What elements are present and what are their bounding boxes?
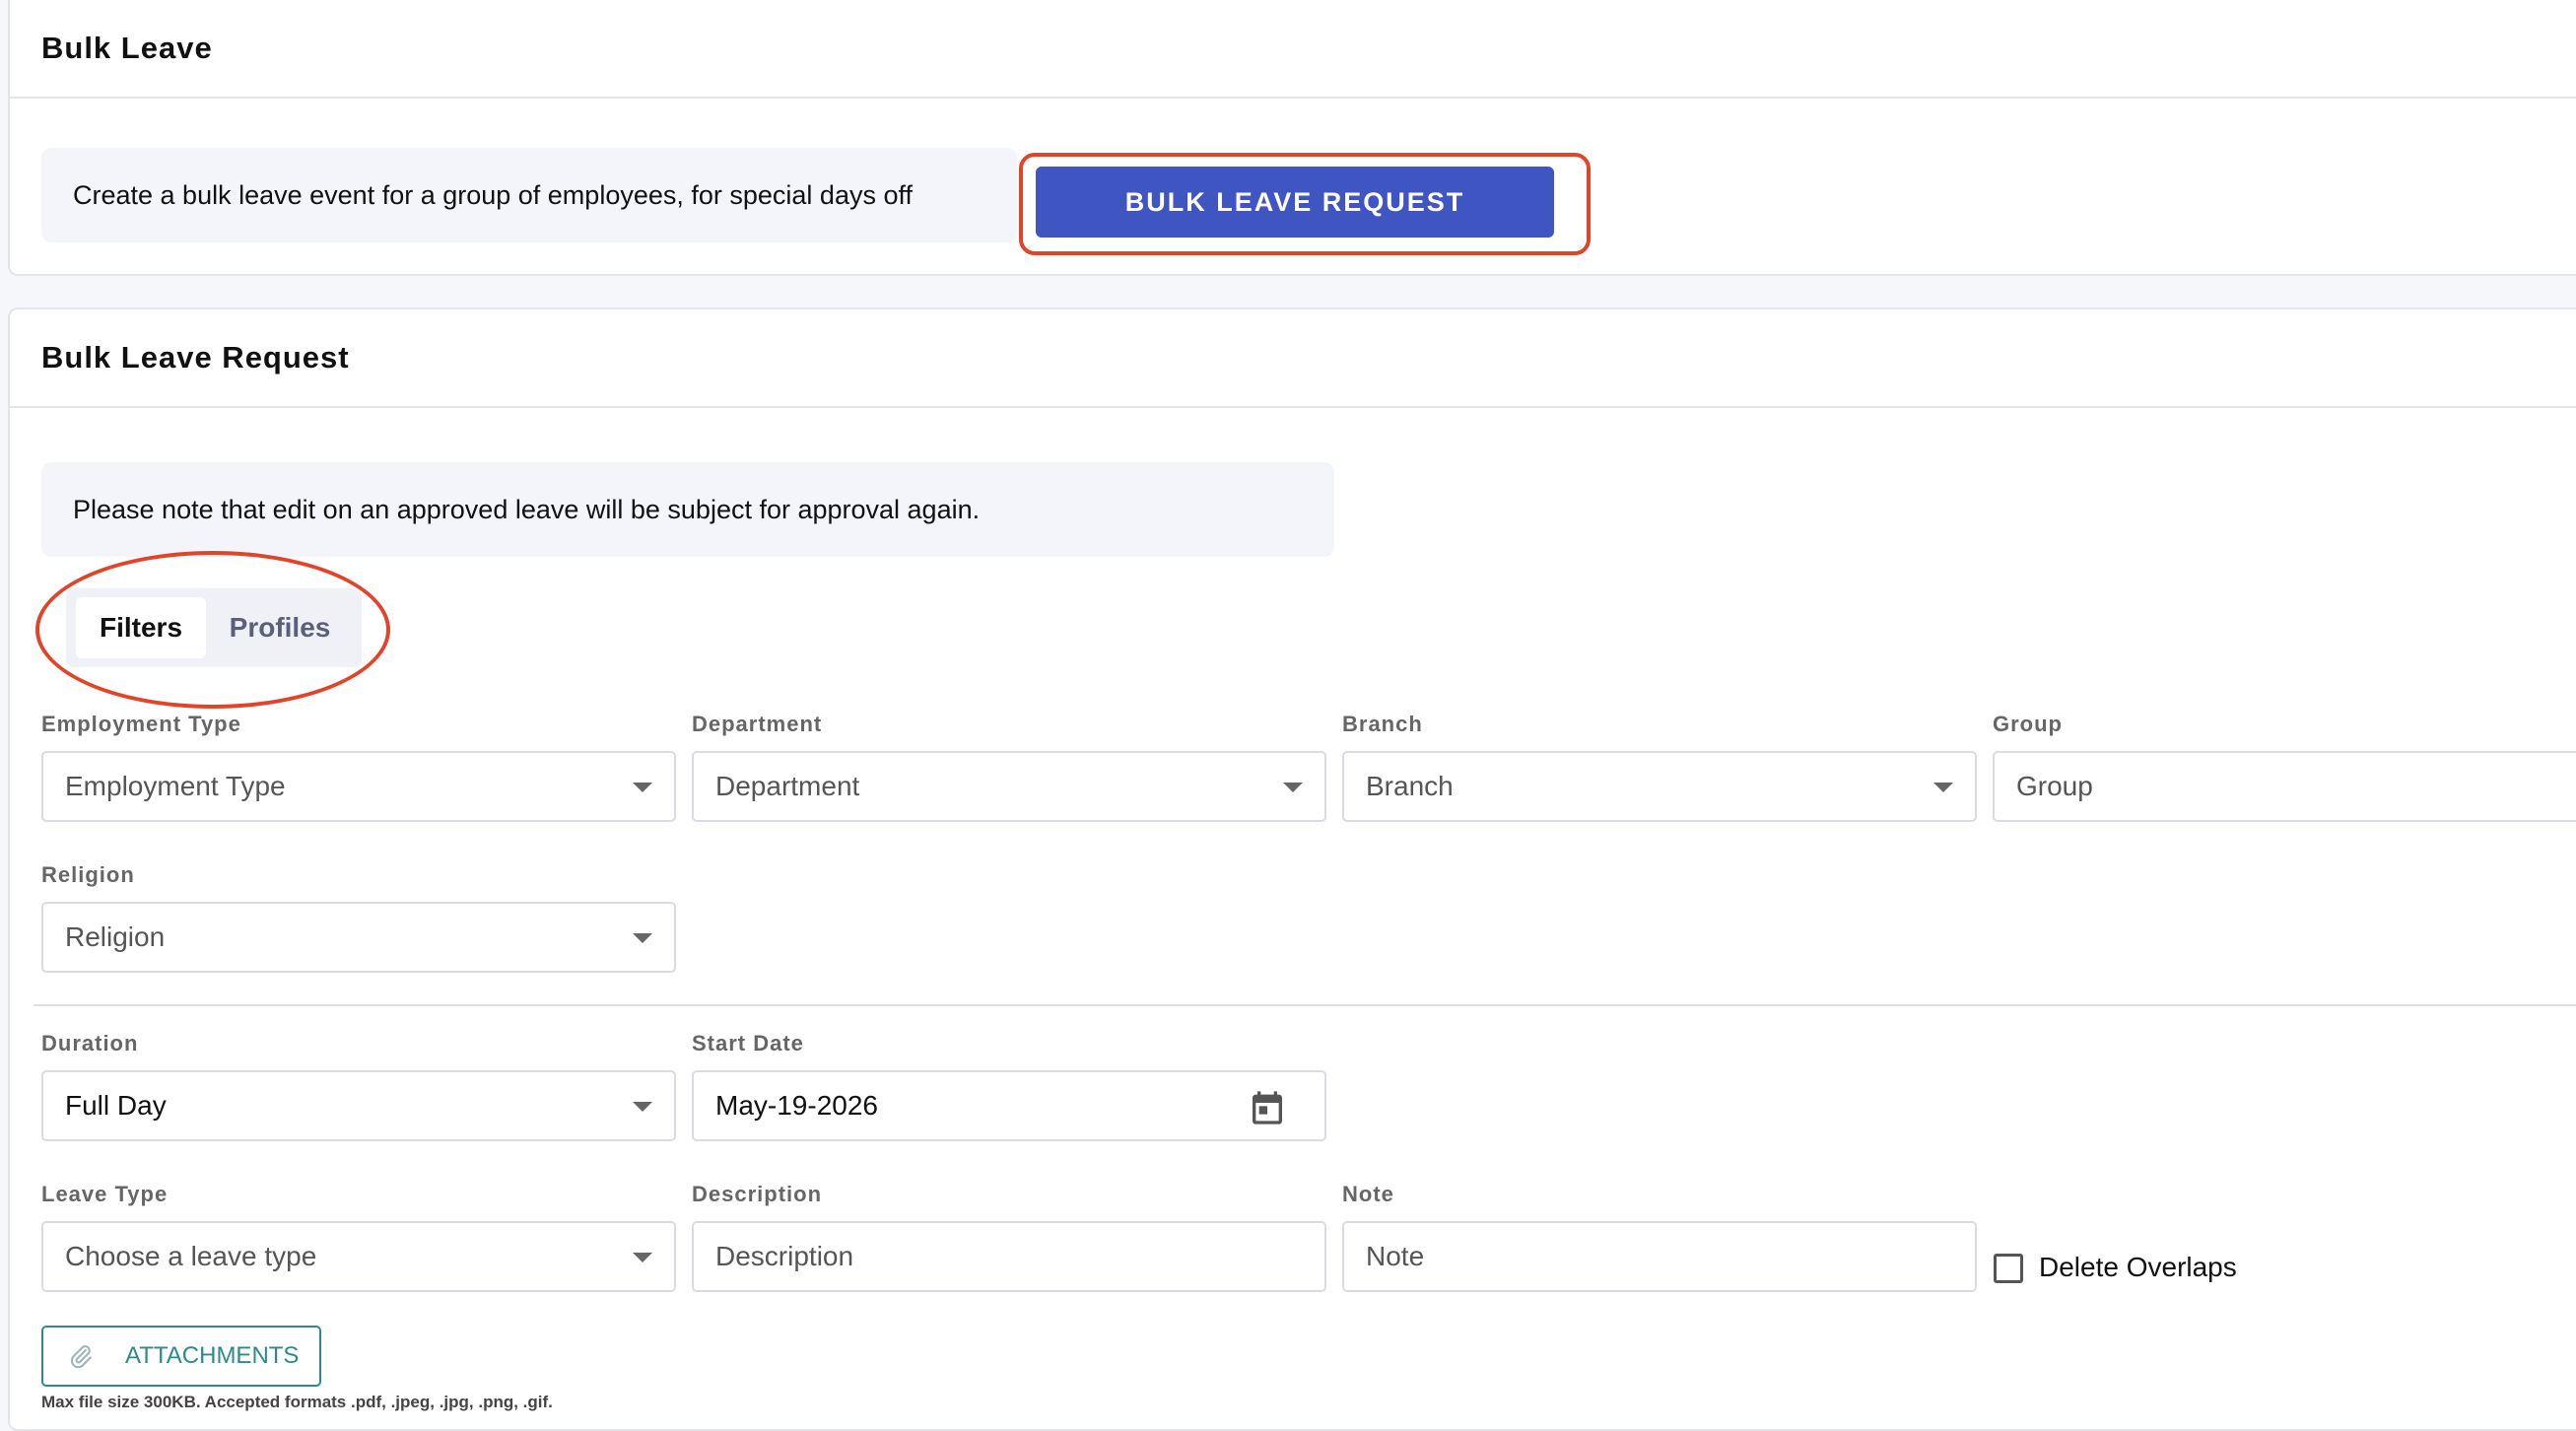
branch-select[interactable]: Branch — [1342, 751, 1977, 822]
description-label: Description — [692, 1182, 823, 1206]
bulk-leave-info: Create a bulk leave event for a group of… — [41, 148, 1017, 242]
chevron-down-icon — [633, 783, 652, 792]
department-select[interactable]: Department — [692, 751, 1326, 822]
duration-select[interactable]: Full Day — [41, 1070, 676, 1141]
department-label: Department — [692, 712, 823, 736]
attachments-button[interactable]: ATTACHMENTS — [41, 1326, 321, 1387]
religion-select[interactable]: Religion — [41, 902, 676, 973]
bulk-leave-request-title: Bulk Leave Request — [41, 340, 350, 375]
description-placeholder: Description — [715, 1241, 854, 1271]
filter-profile-tabs: Filters Profiles — [66, 588, 362, 667]
chevron-down-icon — [633, 1253, 652, 1262]
group-placeholder: Group — [2016, 771, 2093, 801]
duration-value: Full Day — [65, 1090, 167, 1121]
bulk-leave-title: Bulk Leave — [41, 31, 213, 65]
employment-type-placeholder: Employment Type — [65, 771, 286, 801]
chevron-down-icon — [633, 1102, 652, 1112]
description-input[interactable]: Description — [692, 1221, 1326, 1292]
department-placeholder: Department — [715, 771, 860, 801]
employment-type-select[interactable]: Employment Type — [41, 751, 676, 822]
branch-placeholder: Branch — [1366, 771, 1454, 801]
employment-type-label: Employment Type — [41, 712, 241, 736]
chevron-down-icon — [1283, 783, 1303, 792]
leave-type-placeholder: Choose a leave type — [65, 1241, 317, 1271]
group-label: Group — [1993, 712, 2063, 736]
bulk-leave-header: Bulk Leave — [10, 0, 2576, 99]
leave-type-label: Leave Type — [41, 1182, 169, 1206]
bulk-leave-card: Bulk Leave Create a bulk leave event for… — [8, 0, 2576, 276]
leave-type-select[interactable]: Choose a leave type — [41, 1221, 676, 1292]
attachments-hint: Max file size 300KB. Accepted formats .p… — [41, 1393, 553, 1411]
start-date-value: May-19-2026 — [715, 1090, 878, 1121]
bulk-leave-request-button[interactable]: BULK LEAVE REQUEST — [1036, 167, 1554, 238]
start-date-input[interactable]: May-19-2026 — [692, 1070, 1326, 1141]
religion-placeholder: Religion — [65, 921, 166, 952]
tab-profiles[interactable]: Profiles — [206, 597, 354, 658]
start-date-label: Start Date — [692, 1031, 804, 1056]
delete-overlaps-label[interactable]: Delete Overlaps — [2039, 1252, 2237, 1283]
approval-notice: Please note that edit on an approved lea… — [41, 462, 1334, 557]
note-label: Note — [1342, 1182, 1394, 1206]
note-input[interactable]: Note — [1342, 1221, 1977, 1292]
attachments-label: ATTACHMENTS — [125, 1342, 300, 1369]
delete-overlaps-checkbox[interactable] — [1994, 1254, 2023, 1283]
calendar-icon[interactable] — [1248, 1087, 1287, 1128]
note-placeholder: Note — [1366, 1241, 1425, 1271]
duration-label: Duration — [41, 1031, 139, 1056]
section-divider — [34, 1004, 2576, 1006]
branch-label: Branch — [1342, 712, 1423, 736]
religion-label: Religion — [41, 862, 135, 887]
tab-filters[interactable]: Filters — [76, 597, 206, 658]
chevron-down-icon — [1933, 783, 1953, 792]
bulk-leave-request-header: Bulk Leave Request — [10, 309, 2576, 408]
bulk-leave-request-card: Bulk Leave Request Please note that edit… — [8, 307, 2576, 1431]
chevron-down-icon — [633, 933, 652, 943]
paperclip-icon — [70, 1345, 92, 1369]
group-select[interactable]: Group — [1993, 751, 2576, 822]
